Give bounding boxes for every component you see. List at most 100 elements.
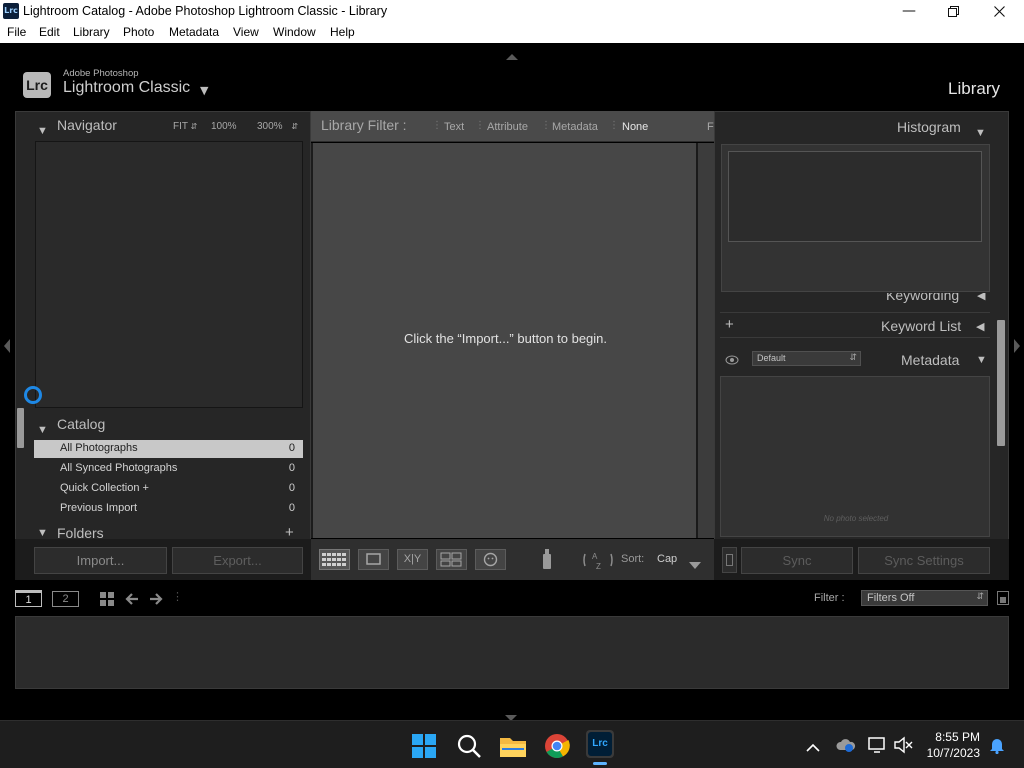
catalog-row[interactable]: All Photographs 0 (34, 440, 303, 458)
sort-value[interactable]: Cap (657, 553, 677, 565)
add-folder-button[interactable]: + (285, 524, 294, 539)
navigator-collapse[interactable]: ▼ (37, 119, 48, 138)
file-explorer-button[interactable] (499, 733, 527, 763)
filter-text[interactable]: Text (444, 121, 464, 133)
search-button[interactable] (456, 733, 482, 763)
catalog-row-label: Previous Import (60, 502, 138, 514)
clock-time[interactable]: 8:55 PM (920, 730, 980, 744)
keywording-title: Keywording (886, 293, 960, 303)
right-panel-toggle[interactable] (1013, 338, 1021, 357)
painter-button[interactable] (540, 546, 554, 572)
histogram-collapse[interactable]: ▼ (975, 121, 986, 140)
filter-attribute[interactable]: Attribute (487, 121, 528, 133)
volume-button[interactable] (893, 736, 913, 758)
minimize-button[interactable]: — (886, 0, 932, 23)
sync-button[interactable]: Sync (741, 547, 853, 574)
busy-cursor-icon (24, 386, 42, 404)
back-button[interactable] (124, 591, 140, 611)
window-title: Lightroom Catalog - Adobe Photoshop Ligh… (23, 4, 388, 18)
filter-metadata[interactable]: Metadata (552, 121, 598, 133)
metadata-panel: No photo selected (720, 376, 990, 537)
lightroom-app-icon: Lrc (3, 3, 19, 19)
catalog-collapse[interactable]: ▼ (37, 418, 48, 437)
left-panel-toggle[interactable] (3, 338, 11, 357)
add-keyword-button[interactable]: + (725, 316, 734, 333)
network-button[interactable] (867, 736, 887, 758)
filmstrip[interactable] (15, 616, 1009, 689)
lightroom-taskbar-button[interactable]: Lrc (586, 730, 614, 765)
identity-menu-button[interactable]: ▼ (200, 84, 208, 97)
left-panel-scrollbar[interactable] (17, 408, 24, 448)
grid-view[interactable]: Click the “Import...” button to begin. (311, 143, 714, 538)
grid-mode-button[interactable] (99, 591, 115, 611)
catalog-row-label: All Photographs (60, 442, 138, 454)
catalog-row[interactable]: All Synced Photographs 0 (34, 460, 303, 478)
notifications-button[interactable] (989, 736, 1005, 758)
catalog-row[interactable]: Quick Collection + 0 (34, 480, 303, 498)
restore-icon (947, 6, 959, 17)
grid-scrollbar[interactable] (696, 143, 714, 538)
export-button[interactable]: Export... (172, 547, 303, 574)
keyword-list-header[interactable]: + Keyword List ◀ (720, 312, 990, 338)
navigator-preview[interactable] (35, 141, 303, 408)
filter-lock-toggle[interactable] (997, 591, 1009, 605)
menu-help[interactable]: Help (330, 25, 355, 39)
main-window-button[interactable]: 1 (15, 590, 42, 607)
metadata-header[interactable]: Default ⇵ Metadata ▼ (720, 347, 990, 373)
survey-view-button[interactable] (436, 549, 467, 570)
loupe-view-button[interactable] (358, 549, 389, 570)
bell-icon (990, 739, 1004, 755)
grid-view-button[interactable] (319, 549, 350, 570)
menu-file[interactable]: File (7, 25, 26, 39)
menu-edit[interactable]: Edit (39, 25, 60, 39)
top-panel-toggle[interactable] (506, 46, 518, 60)
menu-metadata[interactable]: Metadata (169, 25, 219, 39)
forward-button[interactable] (148, 591, 164, 611)
secondary-window-button[interactable]: 2 (52, 591, 79, 607)
clock-date[interactable]: 10/7/2023 (914, 746, 980, 760)
filter-none[interactable]: None (622, 121, 648, 133)
menu-window[interactable]: Window (273, 25, 316, 39)
triangle-down-icon (689, 562, 701, 569)
menu-library[interactable]: Library (73, 25, 110, 39)
toolbar-options-button[interactable] (689, 555, 701, 574)
catalog-row-count: 0 (288, 482, 295, 494)
navigator-title: Navigator (57, 117, 117, 133)
window-title-bar: Lrc Lightroom Catalog - Adobe Photoshop … (0, 0, 1024, 23)
filter-overflow[interactable]: F (707, 121, 714, 133)
onedrive-button[interactable] (836, 737, 856, 757)
catalog-row-count: 0 (288, 442, 295, 454)
folders-header[interactable]: ▼ Folders + (15, 522, 311, 539)
module-library[interactable]: Library (948, 79, 1000, 99)
filter-preset-select[interactable]: Filters Off ⇵ (861, 590, 988, 606)
triangle-down-icon: ▼ (37, 424, 48, 436)
filter-separator: ⋮ (475, 120, 485, 131)
lightroom-app-icon: Lrc (588, 732, 612, 756)
sort-direction-button[interactable]: AZ (581, 548, 615, 572)
start-button[interactable] (412, 734, 436, 762)
chrome-button[interactable] (544, 733, 570, 763)
tray-overflow-button[interactable] (806, 738, 820, 757)
auto-sync-toggle[interactable] (722, 547, 737, 573)
triangle-down-icon: ▼ (975, 127, 986, 139)
compare-view-button[interactable]: X|Y (397, 549, 428, 570)
import-button[interactable]: Import... (34, 547, 167, 574)
taskbar: Lrc 8:55 PM 10/7/2023 (0, 720, 1024, 768)
metadata-preset-select[interactable]: Default ⇵ (752, 351, 861, 366)
menu-view[interactable]: View (233, 25, 259, 39)
right-panel-scrollbar[interactable] (997, 320, 1005, 446)
menu-photo[interactable]: Photo (123, 25, 154, 39)
zoom-100[interactable]: 100% (211, 121, 237, 132)
import-hint: Click the “Import...” button to begin. (403, 331, 608, 346)
people-view-button[interactable] (475, 549, 506, 570)
face-icon (483, 552, 498, 567)
close-button[interactable] (976, 0, 1022, 23)
sync-settings-button[interactable]: Sync Settings (858, 547, 990, 574)
restore-button[interactable] (930, 0, 976, 23)
zoom-fit[interactable]: FIT ⇵ (173, 121, 197, 132)
catalog-row[interactable]: Previous Import 0 (34, 500, 303, 518)
zoom-300[interactable]: 300% ⇵ (257, 121, 298, 132)
keywording-header[interactable]: Keywording ◀ (720, 293, 990, 307)
monitor-network-icon (868, 737, 885, 753)
triangle-right-icon (1014, 339, 1020, 353)
